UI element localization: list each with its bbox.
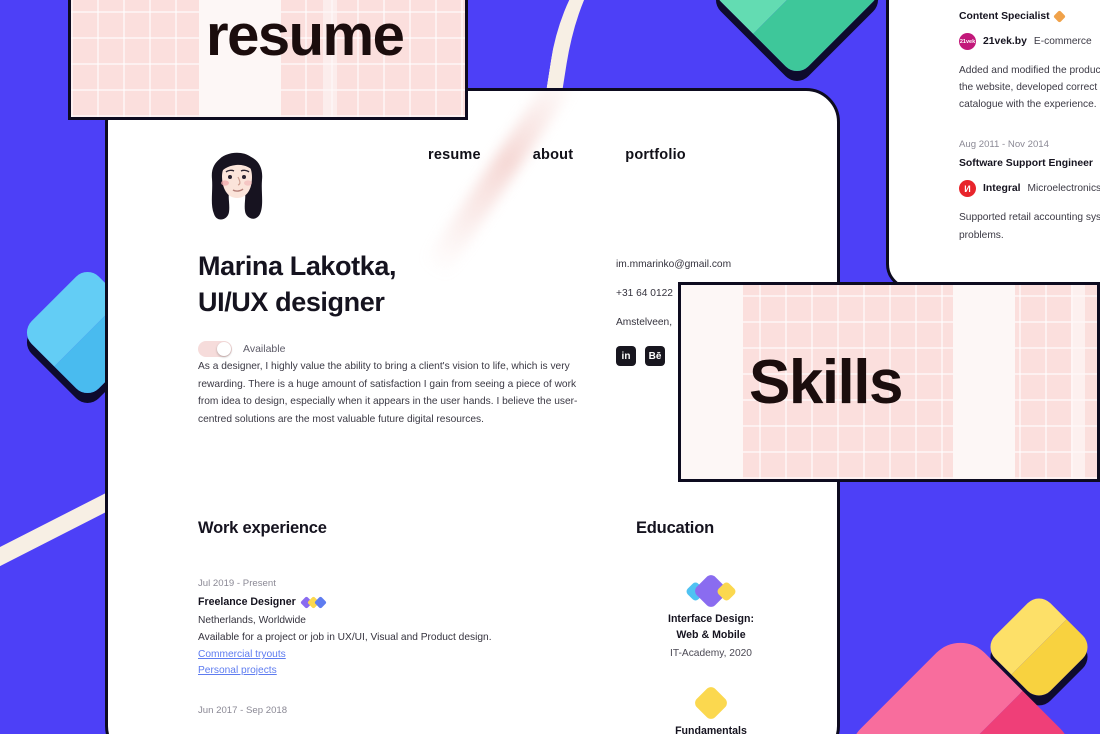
work-item-link-commercial[interactable]: Commercial tryouts: [198, 647, 618, 663]
education-heading: Education: [636, 519, 714, 537]
contact-email[interactable]: im.mmarinko@gmail.com: [616, 259, 731, 270]
experience-entry-kind: E-commerce: [1033, 36, 1092, 47]
work-item-title-row: Freelance Designer: [198, 595, 618, 609]
experience-entry-brand-row: И Integral Microelectronics: [959, 180, 1100, 198]
skills-label-card: Skills: [678, 282, 1100, 482]
avatar: [211, 152, 263, 220]
brand-logo-integral: И: [959, 180, 976, 198]
work-item-location: Netherlands, Worldwide: [198, 615, 306, 626]
identity-block: Marina Lakotka, UI/UX designer Available: [198, 249, 578, 357]
resume-label-text: resume: [206, 2, 405, 68]
resume-template-preview: resume about portfolio Marina Lakotka, U…: [0, 0, 1100, 734]
nav-link-resume[interactable]: resume: [428, 147, 481, 163]
toggle-knob: [217, 341, 231, 356]
education-item: Interface Design: Web & Mobile IT-Academ…: [616, 571, 806, 659]
experience-entry-title-row: Software Support Engineer: [959, 158, 1100, 169]
nav-link-about[interactable]: about: [533, 147, 573, 163]
work-item-description: Available for a project or job in UX/UI,…: [198, 632, 492, 643]
experience-entry-description: Supported retail accounting systems prob…: [959, 212, 1100, 241]
work-item-date: Jul 2019 - Present: [198, 578, 276, 589]
work-item-gems: [299, 595, 327, 609]
availability-toggle[interactable]: [198, 340, 232, 357]
resume-label-card: resume: [68, 0, 468, 120]
experience-entry-description: Added and modified the product text for …: [959, 65, 1100, 111]
experience-entry-title: Content Specialist: [959, 11, 1050, 22]
work-experience-list: Jul 2019 - Present Freelance Designer Ne…: [198, 578, 618, 734]
education-item-name-line2: Web & Mobile: [676, 629, 746, 642]
education-item: Fundamentals: [616, 683, 806, 734]
work-item: Jun 2017 - Sep 2018: [198, 705, 618, 716]
green-diamond-shape: [709, 0, 885, 78]
bio-paragraph: As a designer, I highly value the abilit…: [198, 361, 578, 425]
brand-logo-21vek: 21vek: [959, 33, 976, 50]
work-item-link-personal[interactable]: Personal projects: [198, 663, 618, 679]
page-title-line2: UI/UX designer: [198, 286, 385, 317]
education-item-gems: [616, 683, 806, 723]
experience-entry-brand-row: 21vek 21vek.by E-commerce: [959, 33, 1100, 50]
experience-entry-brand: 21vek.by: [983, 36, 1027, 47]
orange-diamond-icon: [1052, 10, 1066, 23]
nav-link-portfolio[interactable]: portfolio: [625, 147, 686, 163]
work-item-title: Freelance Designer: [198, 596, 296, 608]
education-item-meta: IT-Academy, 2020: [670, 647, 752, 659]
experience-entry-title-row: Content Specialist: [959, 10, 1100, 23]
education-item-gems: [616, 571, 806, 611]
skills-label-text: Skills: [749, 347, 904, 417]
experience-entry-date: Aug 2011 - Nov 2014: [959, 139, 1049, 151]
education-item-name-line1: Interface Design:: [668, 613, 754, 625]
availability-row: Available: [198, 340, 578, 357]
nav-links: resume about portfolio: [428, 147, 686, 163]
education-list: Interface Design: Web & Mobile IT-Academ…: [616, 571, 806, 734]
experience-entry-brand: Integral: [983, 183, 1021, 195]
work-item-date: Jun 2017 - Sep 2018: [198, 704, 288, 716]
experience-entry-title: Software Support Engineer: [959, 158, 1093, 170]
availability-label: Available: [243, 342, 286, 355]
experience-entry-kind: Microelectronics: [1027, 183, 1100, 195]
experience-detail-panel: Content Specialist 21vek 21vek.by E-comm…: [886, 0, 1100, 290]
linkedin-icon[interactable]: in: [616, 346, 636, 366]
work-experience-heading: Work experience: [198, 519, 327, 537]
page-title-line1: Marina Lakotka,: [198, 251, 397, 281]
education-item-name-line1: Fundamentals: [675, 724, 747, 734]
behance-icon[interactable]: Bē: [645, 346, 665, 366]
work-item: Jul 2019 - Present Freelance Designer Ne…: [198, 578, 618, 679]
